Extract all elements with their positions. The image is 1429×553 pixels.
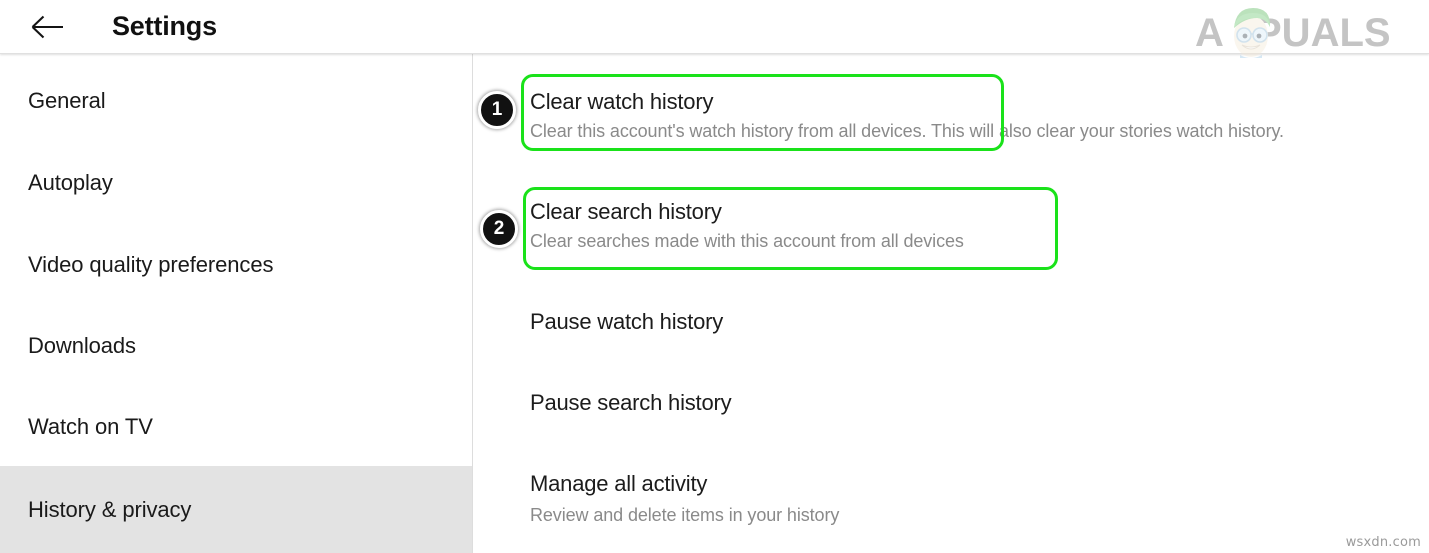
sidebar-item-downloads[interactable]: Downloads (0, 305, 472, 386)
sidebar-item-general[interactable]: General (0, 60, 472, 141)
sidebar-item-watch-on-tv[interactable]: Watch on TV (0, 386, 472, 467)
row-title: Clear search history (530, 199, 722, 224)
sidebar-item-label: General (28, 87, 106, 113)
sidebar-item-history-and-privacy[interactable]: History & privacy (0, 466, 472, 553)
step-badge-2: 2 (480, 210, 518, 248)
page-title: Settings (112, 11, 217, 41)
sidebar-item-label: Downloads (28, 332, 136, 358)
sidebar-item-label: Autoplay (28, 169, 113, 195)
arrow-left-icon[interactable] (30, 12, 66, 42)
row-subtitle: Clear this account's watch history from … (530, 121, 1284, 141)
row-title: Pause watch history (530, 309, 724, 334)
row-subtitle: Clear searches made with this account fr… (530, 231, 964, 251)
step-badge-1: 1 (478, 91, 516, 129)
source-watermark: wsxdn.com (1345, 535, 1421, 550)
sidebar-item-video-quality-preferences[interactable]: Video quality preferences (0, 224, 472, 305)
row-subtitle: Review and delete items in your history (530, 505, 840, 525)
history-privacy-panel: Clear watch history Clear this account's… (474, 54, 1429, 553)
sidebar-item-label: History & privacy (28, 496, 192, 522)
svg-text:PUALS: PUALS (1255, 11, 1391, 55)
svg-text:A: A (1195, 11, 1224, 55)
settings-sidebar: General Autoplay Video quality preferenc… (0, 54, 473, 553)
settings-screen: Settings A PUALS General Autoplay Video … (0, 0, 1429, 553)
sidebar-item-label: Video quality preferences (28, 251, 274, 277)
sidebar-item-label: Watch on TV (28, 413, 153, 439)
app-header: Settings A PUALS (0, 0, 1429, 58)
appuals-logo: A PUALS (1193, 2, 1423, 58)
row-title: Clear watch history (530, 89, 714, 114)
row-title: Manage all activity (530, 471, 708, 496)
row-title: Pause search history (530, 390, 732, 415)
sidebar-item-autoplay[interactable]: Autoplay (0, 142, 472, 223)
